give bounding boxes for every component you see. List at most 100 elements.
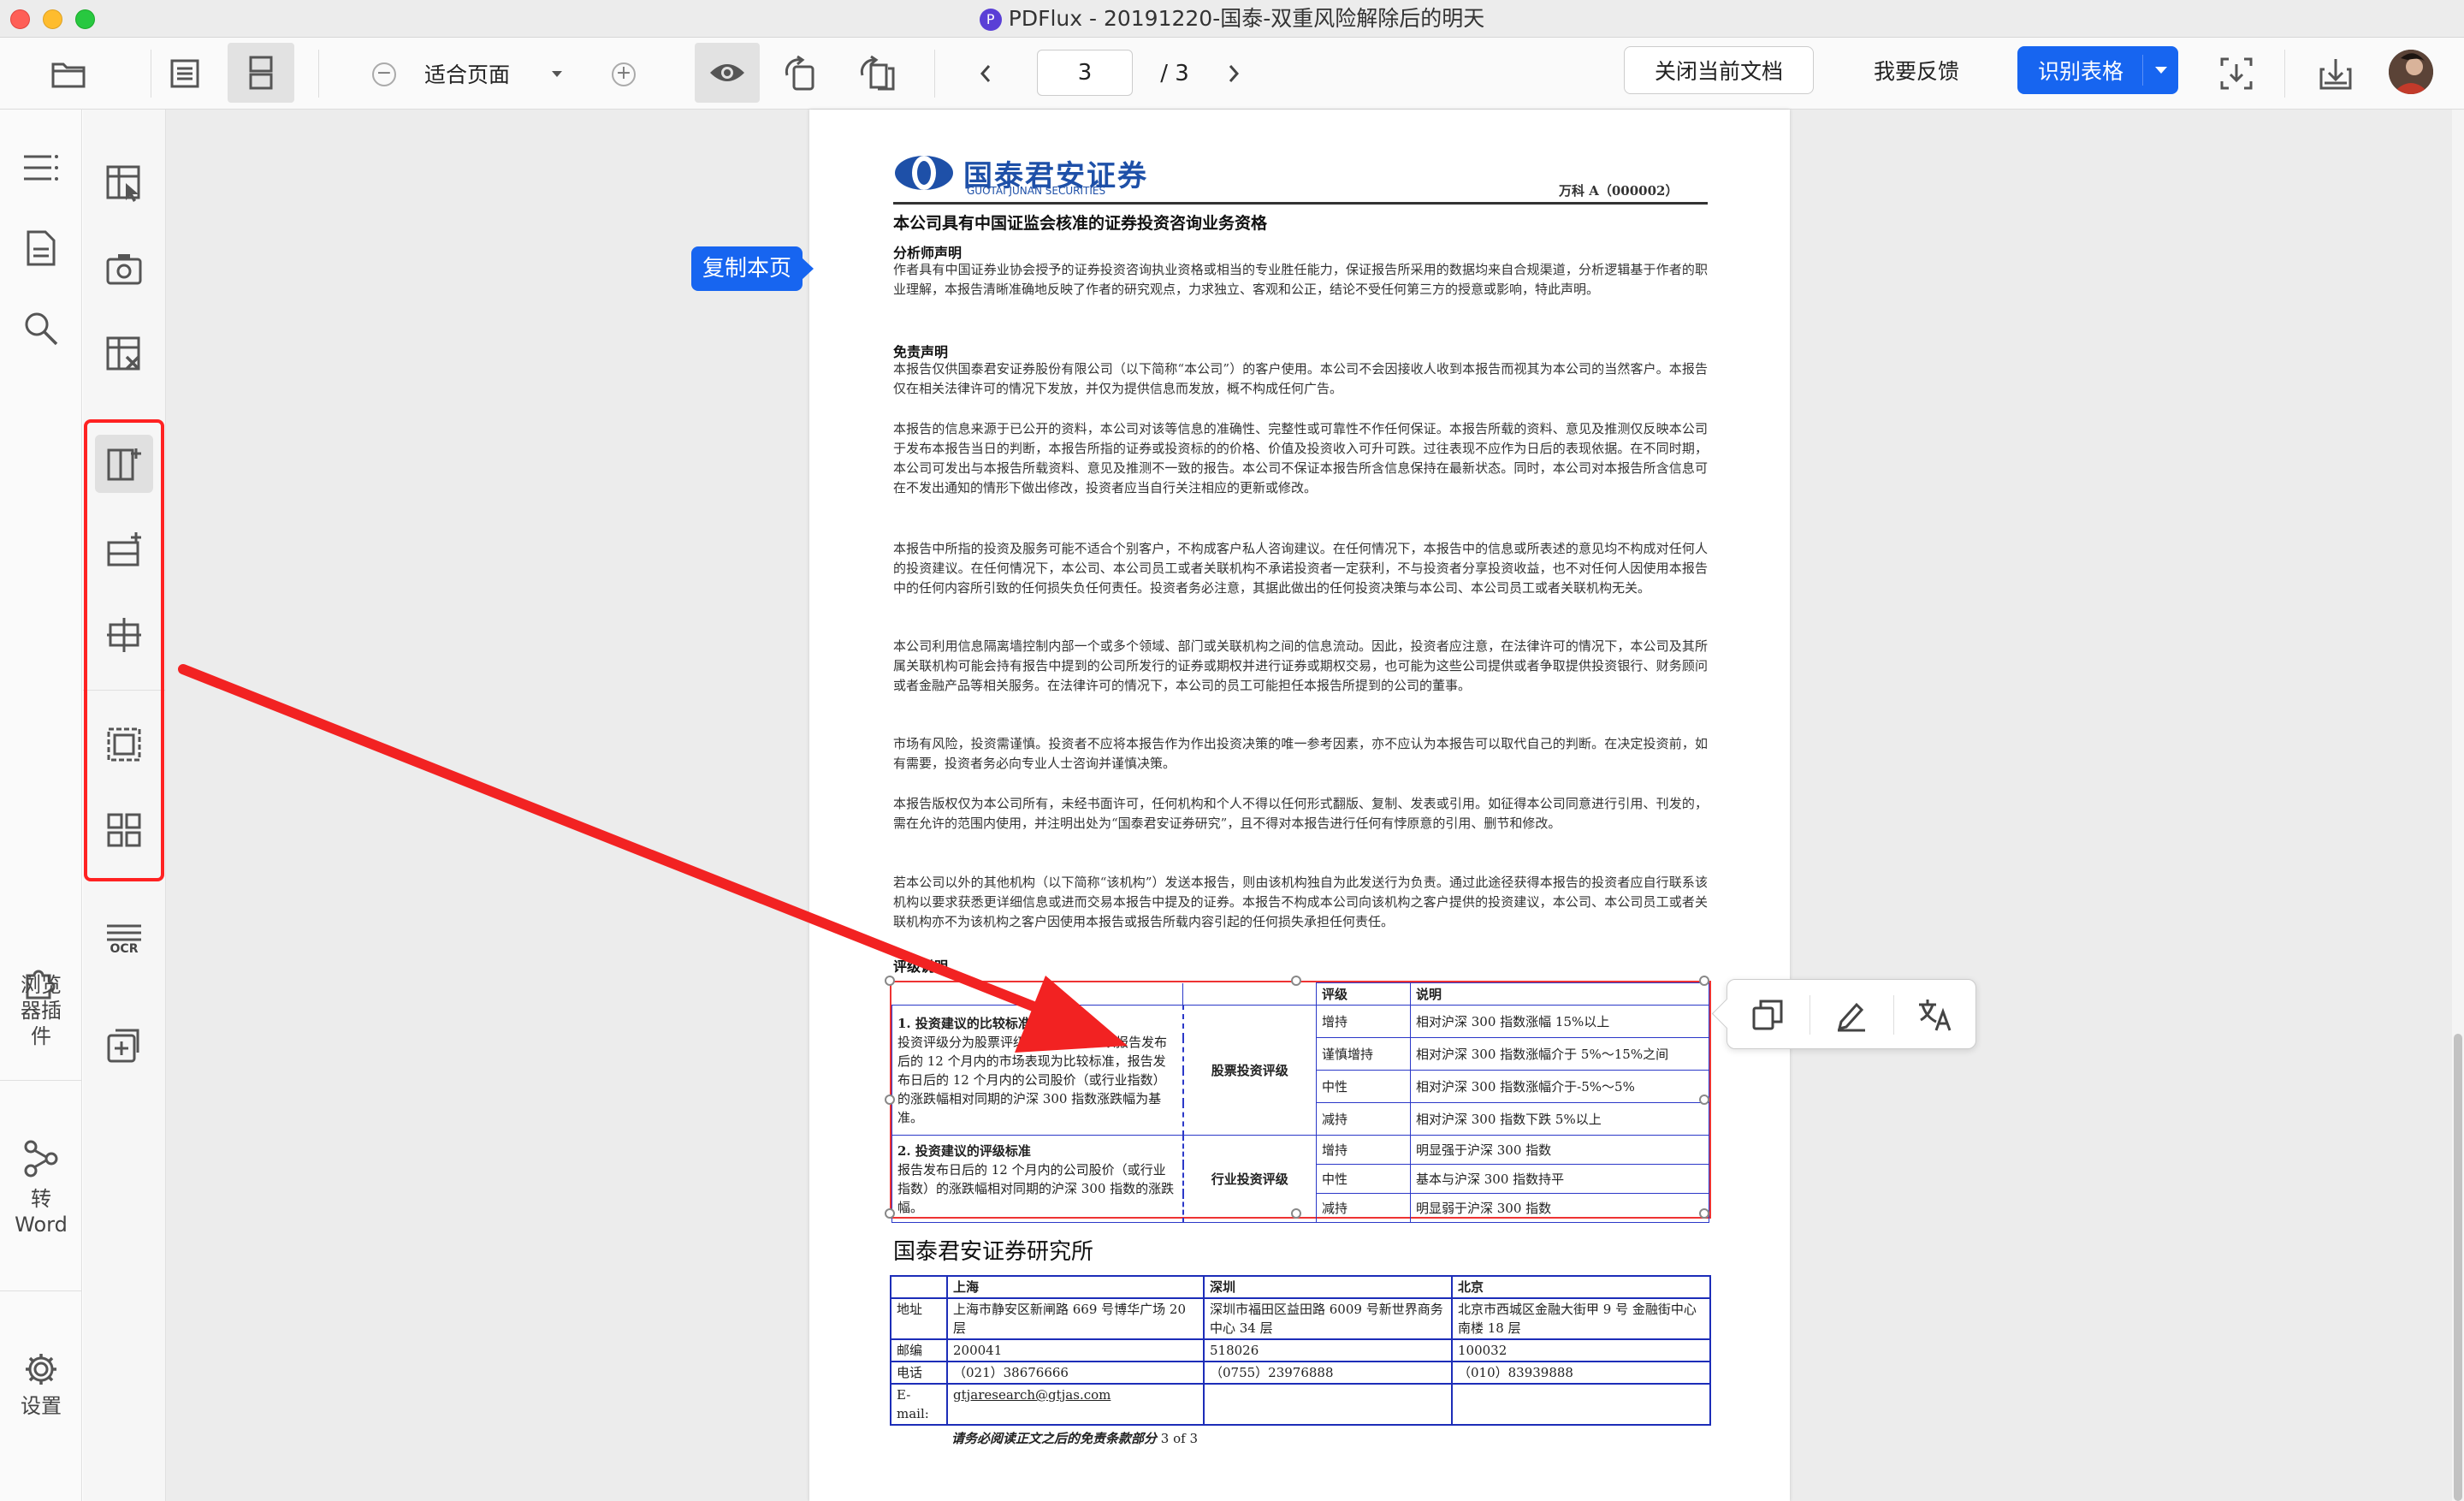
- resize-handle[interactable]: [885, 1095, 895, 1105]
- resize-handle[interactable]: [885, 1208, 895, 1219]
- close-document-button[interactable]: 关闭当前文档: [1624, 46, 1814, 94]
- disclaimer-paragraph: 本报告版权仅为本公司所有，未经书面许可，任何机构和个人不得以任何形式翻版、复制、…: [893, 796, 1708, 831]
- resize-handle[interactable]: [1699, 1208, 1709, 1219]
- prev-page-button[interactable]: [968, 56, 1003, 91]
- addr-cell: （021）38676666: [946, 1361, 1205, 1385]
- copy-table-button[interactable]: [1741, 990, 1794, 1040]
- addr-cell: 电话: [890, 1361, 948, 1385]
- industry-rating-desc: 明显强于沪深 300 指数: [1410, 1135, 1709, 1165]
- pdflux-window: P PDFlux - 20191220-国泰-双重风险解除后的明天 − 适合页面 …: [0, 0, 2464, 1501]
- rating-heading: 评级说明: [893, 958, 949, 975]
- recognize-table-button[interactable]: 识别表格: [2017, 46, 2178, 94]
- desc-col-header: 说明: [1410, 982, 1709, 1006]
- document-icon: [27, 230, 56, 266]
- rating-left-title-2: 2. 投资建议的评级标准: [897, 1142, 1031, 1159]
- addr-cell: （010）83939888: [1451, 1361, 1711, 1385]
- resize-handle[interactable]: [1291, 976, 1301, 986]
- nav-to-word-button[interactable]: [0, 1133, 82, 1184]
- toolbar-divider: [2284, 50, 2285, 98]
- institute-heading: 国泰君安证券研究所: [893, 1239, 1094, 1265]
- continuous-view-button[interactable]: [228, 43, 294, 103]
- ocr-tool[interactable]: OCR: [95, 911, 153, 969]
- nav-outline-button[interactable]: [0, 144, 82, 192]
- resize-handle[interactable]: [885, 976, 895, 986]
- zoom-select[interactable]: 适合页面: [424, 55, 570, 92]
- ocr-badge: OCR: [110, 942, 139, 956]
- user-avatar[interactable]: [2389, 50, 2433, 94]
- gear-icon: [26, 1354, 56, 1385]
- resize-handle[interactable]: [1699, 976, 1709, 986]
- screenshot-table-tool[interactable]: [95, 240, 153, 298]
- zoom-out-button[interactable]: −: [370, 60, 399, 89]
- scrollbar-thumb[interactable]: [2454, 1034, 2462, 1501]
- avatar-icon: [2389, 50, 2433, 94]
- rotate-all-button[interactable]: [850, 50, 905, 98]
- copy-page-button[interactable]: 复制本页: [691, 246, 814, 291]
- open-file-button[interactable]: [41, 50, 96, 98]
- zoom-in-button[interactable]: +: [609, 60, 638, 89]
- edit-table-button[interactable]: [1825, 990, 1878, 1040]
- title-bar: P PDFlux - 20191220-国泰-双重风险解除后的明天: [0, 0, 2464, 38]
- addr-header: 上海: [946, 1275, 1205, 1299]
- addr-cell: 地址: [890, 1297, 948, 1340]
- nav-settings-button[interactable]: [0, 1345, 82, 1393]
- header-rule: [893, 202, 1708, 205]
- nav-divider: [0, 1080, 82, 1081]
- add-page-icon: [107, 1029, 139, 1063]
- feedback-button[interactable]: 我要反馈: [1836, 46, 1997, 94]
- rating-table-selection[interactable]: 评级 说明 1. 投资建议的比较标准 投资评级分为股票评级和行业评级。以报告发布…: [885, 976, 1711, 1223]
- rating-left-body-1: 投资评级分为股票评级和行业评级。以报告发布后的 12 个月内的市场表现为比较标准…: [897, 1034, 1168, 1125]
- nav-browser-plugin-label: 浏览器插件: [21, 973, 62, 1048]
- address-table-wrap: 上海 深圳 北京 地址 上海市静安区新闸路 669 号博华广场 20 层 深圳市…: [890, 1275, 1711, 1426]
- copy-icon: [1752, 1000, 1783, 1030]
- disclaimer-paragraph: 市场有风险，投资需谨慎。投资者不应将本报告作为作出投资决策的唯一参考因素，亦不应…: [893, 736, 1708, 771]
- chevron-right-icon: [1229, 65, 1240, 82]
- stock-rating-cell: 中性: [1316, 1070, 1411, 1103]
- download-button[interactable]: [2308, 50, 2363, 98]
- page-total-label: / 3: [1160, 61, 1189, 86]
- nav-to-word-label-1: 转: [31, 1187, 51, 1211]
- rating-col-header: 评级: [1316, 982, 1411, 1006]
- email-link[interactable]: gtjaresearch@gtjas.com: [946, 1383, 1205, 1426]
- preview-toggle-button[interactable]: [695, 43, 760, 103]
- download-icon: [2319, 59, 2352, 90]
- page-number-input[interactable]: 3: [1037, 50, 1133, 96]
- caret-down-icon[interactable]: [2154, 66, 2168, 74]
- export-button[interactable]: [2209, 50, 2264, 98]
- industry-rating-cell: 减持: [1316, 1193, 1411, 1223]
- single-page-view-button[interactable]: [157, 50, 212, 98]
- footer-disclaimer: 请务必阅读正文之后的免责条款部分: [951, 1431, 1158, 1446]
- addr-cell: E-mail:: [890, 1383, 948, 1426]
- delete-table-tool[interactable]: [95, 325, 153, 383]
- nav-search-button[interactable]: [0, 305, 82, 353]
- footer-page-number: 3 of 3: [1160, 1431, 1199, 1446]
- qualification-heading: 本公司具有中国证监会核准的证券投资咨询业务资格: [893, 214, 1268, 233]
- rating-table: 评级 说明 1. 投资建议的比较标准 投资评级分为股票评级和行业评级。以报告发布…: [891, 982, 1709, 1223]
- next-page-button[interactable]: [1217, 56, 1251, 91]
- stock-rating-label: 股票投资评级: [1182, 1005, 1317, 1136]
- translate-table-button[interactable]: [1909, 990, 1962, 1040]
- disclaimer-paragraph: 本报告仅供国泰君安证券股份有限公司（以下简称“本公司”）的客户使用。本公司不会因…: [893, 361, 1708, 396]
- nav-document-button[interactable]: [0, 224, 82, 272]
- nav-settings-label: 设置: [21, 1394, 62, 1418]
- single-page-icon: [170, 59, 199, 88]
- recognize-table-label: 识别表格: [2038, 59, 2124, 84]
- toolbar-divider: [934, 50, 935, 98]
- plus-icon: +: [612, 62, 636, 86]
- select-table-tool[interactable]: [95, 154, 153, 212]
- resize-handle[interactable]: [1291, 1208, 1301, 1219]
- addr-cell: 上海市静安区新闸路 669 号博华广场 20 层: [946, 1297, 1205, 1340]
- search-icon: [25, 312, 58, 346]
- resize-handle[interactable]: [1699, 1095, 1709, 1105]
- rating-left-title-1: 1. 投资建议的比较标准: [897, 1015, 1031, 1031]
- translate-icon: [1919, 1000, 1952, 1031]
- disclaimer-paragraph: 本报告的信息来源于已公开的资料，本公司对该等信息的准确性、完整性或可靠性不作任何…: [893, 421, 1708, 495]
- industry-rating-cell: 中性: [1316, 1164, 1411, 1194]
- export-icon: [2220, 57, 2253, 90]
- add-page-tool[interactable]: [95, 1017, 153, 1075]
- ocr-lines-icon: [107, 924, 141, 941]
- table-action-popover: [1727, 979, 1976, 1049]
- app-logo-icon: P: [979, 9, 1002, 31]
- rotate-page-button[interactable]: [773, 50, 828, 98]
- analyst-heading: 分析师声明: [893, 245, 962, 261]
